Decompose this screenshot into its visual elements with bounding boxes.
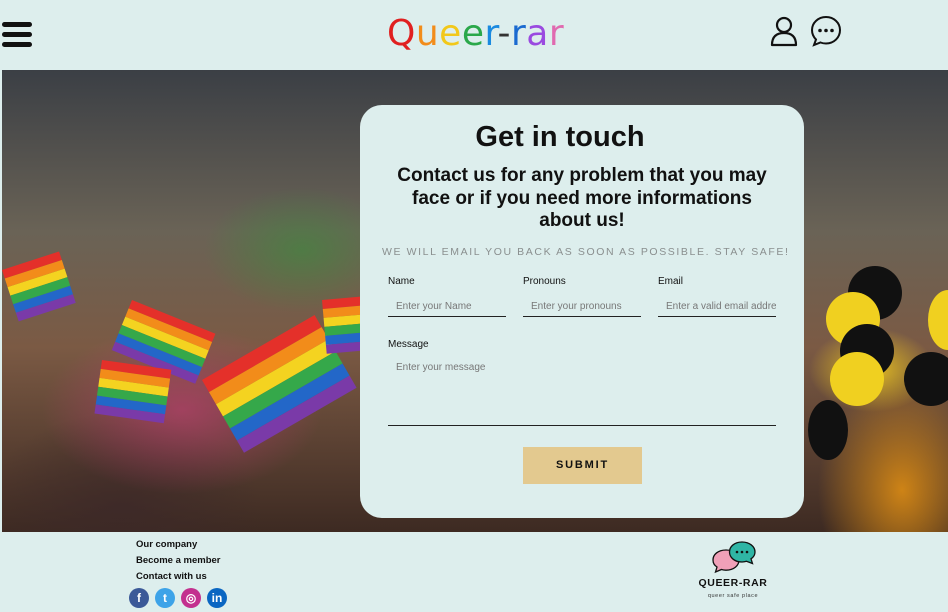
email-input[interactable]: Enter a valid email address: [658, 295, 776, 317]
linkedin-icon[interactable]: in: [207, 588, 227, 608]
contact-card: Get in touch Contact us for any problem …: [360, 105, 804, 518]
name-field: Name Enter your Name: [388, 276, 506, 317]
name-label: Name: [388, 276, 415, 287]
logo-letter: r: [484, 13, 498, 54]
logo-letter: e: [461, 13, 485, 54]
chat-bubbles-logo-icon: [712, 541, 756, 574]
email-field: Email Enter a valid email address: [658, 276, 776, 317]
instagram-icon[interactable]: ◎: [181, 588, 201, 608]
twitter-icon[interactable]: t: [155, 588, 175, 608]
rainbow-flag-image: [94, 360, 172, 424]
footer-link-become-member[interactable]: Become a member: [136, 554, 220, 570]
hamburger-menu-icon[interactable]: [2, 20, 32, 48]
logo-letter: e: [439, 13, 462, 54]
submit-button[interactable]: SUBMIT: [523, 447, 642, 484]
message-field: Message Enter your message: [388, 339, 776, 426]
balloon-image: [904, 352, 948, 406]
logo-letter: Q: [387, 13, 416, 54]
footer-tagline: queer safe place: [707, 593, 759, 599]
footer-link-contact[interactable]: Contact with us: [136, 570, 220, 586]
site-footer: Our company Become a member Contact with…: [0, 532, 948, 612]
footer-link-our-company[interactable]: Our company: [136, 538, 220, 554]
balloon-image: [830, 352, 884, 406]
site-header: Queer-rar: [0, 0, 948, 70]
balloon-image: [928, 290, 948, 350]
footer-brand-name: QUEER-RAR: [698, 577, 768, 589]
contact-title: Get in touch: [475, 121, 645, 153]
contact-note: WE WILL EMAIL YOU BACK AS SOON AS POSSIB…: [382, 246, 790, 258]
logo-letter: a: [526, 13, 549, 54]
site-logo[interactable]: Queer-rar: [387, 12, 564, 56]
pronouns-input[interactable]: Enter your pronouns: [523, 295, 641, 317]
name-input[interactable]: Enter your Name: [388, 295, 506, 317]
facebook-icon[interactable]: f: [129, 588, 149, 608]
pronouns-field: Pronouns Enter your pronouns: [523, 276, 641, 317]
pronouns-label: Pronouns: [523, 276, 566, 287]
logo-letter: r: [510, 13, 527, 54]
chat-bubble-icon[interactable]: [810, 15, 842, 47]
user-icon[interactable]: [768, 15, 800, 47]
rainbow-flag-image: [2, 251, 76, 322]
message-textarea[interactable]: Enter your message: [388, 356, 776, 426]
logo-letter: r: [548, 13, 565, 54]
contact-subtitle: Contact us for any problem that you may …: [397, 165, 767, 231]
email-label: Email: [658, 276, 684, 287]
logo-letter: -: [497, 13, 511, 54]
footer-links: Our company Become a member Contact with…: [136, 538, 220, 586]
balloon-image: [808, 400, 848, 460]
logo-letter: u: [415, 13, 440, 54]
message-label: Message: [388, 339, 429, 350]
